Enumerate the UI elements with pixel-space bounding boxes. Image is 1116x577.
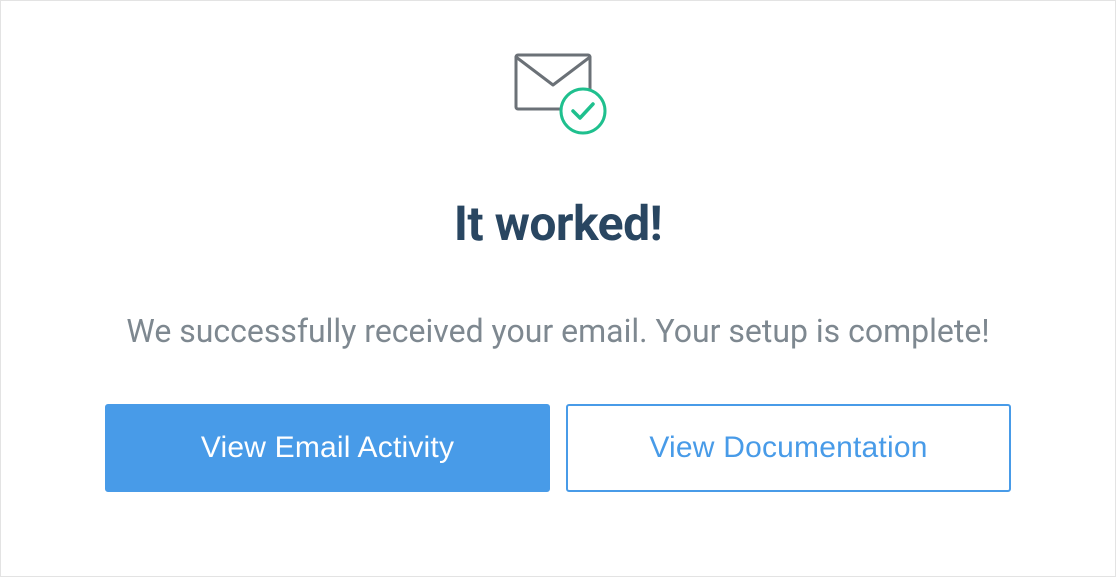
action-button-row: View Email Activity View Documentation [1,404,1115,492]
success-message: We successfully received your email. You… [126,312,989,350]
success-heading: It worked! [454,195,662,252]
view-email-activity-button[interactable]: View Email Activity [105,404,550,492]
view-documentation-button[interactable]: View Documentation [566,404,1011,492]
success-panel: It worked! We successfully received your… [0,0,1116,577]
envelope-check-icon [508,49,608,137]
